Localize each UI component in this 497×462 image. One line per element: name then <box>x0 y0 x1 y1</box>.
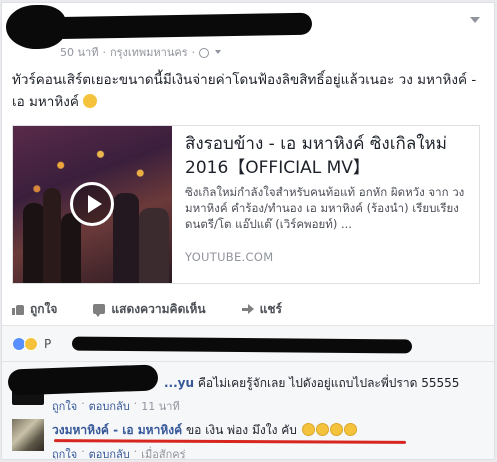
comment-meta: ถูกใจ · ตอบกลับ · 11 นาที <box>52 397 180 415</box>
like-icon <box>12 303 24 315</box>
globe-icon[interactable] <box>199 48 210 58</box>
chevron-down-icon[interactable] <box>215 50 222 54</box>
meta-separator: · <box>191 45 196 59</box>
redaction-scribble <box>7 364 159 396</box>
link-preview-card[interactable]: สิงรอบข้าง - เอ มหาหิงค์ ซิงเกิลใหม่ 201… <box>12 125 480 284</box>
comment-author[interactable]: ...yu <box>164 376 194 390</box>
thumbnail-figure <box>113 193 139 283</box>
link-source: YOUTUBE.COM <box>185 250 274 264</box>
share-button[interactable]: แชร์ <box>241 300 282 319</box>
reactions-text: P <box>44 337 52 351</box>
redaction-scribble <box>41 12 313 40</box>
post-time[interactable]: 50 นาที <box>60 43 98 61</box>
comment-like-link[interactable]: ถูกใจ <box>52 397 77 415</box>
comment-like-link[interactable]: ถูกใจ <box>52 445 77 459</box>
comment-icon <box>93 304 106 317</box>
comment-text: วงมหาหิงค์ - เอ มหาหิงค์ ขอ เงิน พ่อง มึ… <box>52 421 482 438</box>
link-description: ซิงเกิลใหม่กำลังใจสำหรับคนท้อแท้ อกหัก ผ… <box>185 185 465 231</box>
avatar[interactable] <box>12 419 44 451</box>
comment-reply-link[interactable]: ตอบกลับ <box>89 397 130 415</box>
share-icon <box>241 304 254 314</box>
divider <box>2 361 494 362</box>
haha-reaction-icon <box>24 337 38 351</box>
comment-meta: ถูกใจ · ตอบกลับ · เมื่อสักครู่ <box>52 445 186 459</box>
thumbnail-figure <box>139 208 169 283</box>
post-meta: 50 นาที · กรุงเทพมหานคร · <box>60 43 222 61</box>
smile-icon <box>83 94 98 108</box>
thumbnail-figure <box>23 203 45 283</box>
facebook-post: 50 นาที · กรุงเทพมหานคร · ทัวร์คอนเสิร์ต… <box>1 2 495 460</box>
meta-separator: · <box>133 397 138 410</box>
laughing-emoji-icon <box>329 423 343 436</box>
comment-body: คือไม่เคยรู้จักเลย ไปดังอยู่แถบไปละพี่ปร… <box>197 376 460 390</box>
share-label: แชร์ <box>259 301 282 316</box>
link-title[interactable]: สิงรอบข้าง - เอ มหาหิงค์ ซิงเกิลใหม่ 201… <box>185 132 473 180</box>
play-button[interactable] <box>70 182 114 226</box>
post-location[interactable]: กรุงเทพมหานคร <box>110 43 188 61</box>
post-text: ทัวร์คอนเสิร์ตเยอะขนาดนี้มีเงินจ่ายค่าโด… <box>12 69 482 113</box>
divider <box>2 325 494 326</box>
comment-author[interactable]: วงมหาหิงค์ - เอ มหาหิงค์ <box>52 423 182 437</box>
comment-button[interactable]: แสดงความคิดเห็น <box>93 300 206 319</box>
laughing-emoji-icon <box>343 423 357 436</box>
play-icon <box>88 195 102 213</box>
meta-separator: · <box>133 445 138 458</box>
laughing-emoji-icon <box>301 423 315 436</box>
laughing-emoji-icon <box>315 423 329 436</box>
comment-time[interactable]: เมื่อสักครู่ <box>141 445 185 459</box>
comment-reply-link[interactable]: ตอบกลับ <box>89 445 130 459</box>
post-text-body: ทัวร์คอนเสิร์ตเยอะขนาดนี้มีเงินจ่ายค่าโด… <box>12 72 477 110</box>
meta-separator: · <box>81 445 85 458</box>
reactions-summary[interactable]: P <box>12 337 51 351</box>
like-label: ถูกใจ <box>30 301 58 316</box>
meta-separator: · <box>102 45 106 59</box>
comment-text: ...yu คือไม่เคยรู้จักเลย ไปดังอยู่แถบไปล… <box>164 375 494 391</box>
comment-body: ขอ เงิน พ่อง มึงใง คับ <box>185 423 297 437</box>
meta-separator: · <box>81 397 85 410</box>
redaction-scribble <box>71 336 413 354</box>
post-options-chevron-icon[interactable] <box>470 17 480 23</box>
like-button[interactable]: ถูกใจ <box>12 300 57 319</box>
thumbnail-figure <box>43 188 61 283</box>
comment-time[interactable]: 11 นาที <box>141 397 179 415</box>
post-actions: ถูกใจ แสดงความคิดเห็น แชร์ <box>12 295 482 323</box>
video-thumbnail[interactable] <box>13 126 172 283</box>
thumbnail-figure <box>61 213 81 283</box>
comment-label: แสดงความคิดเห็น <box>111 301 206 316</box>
